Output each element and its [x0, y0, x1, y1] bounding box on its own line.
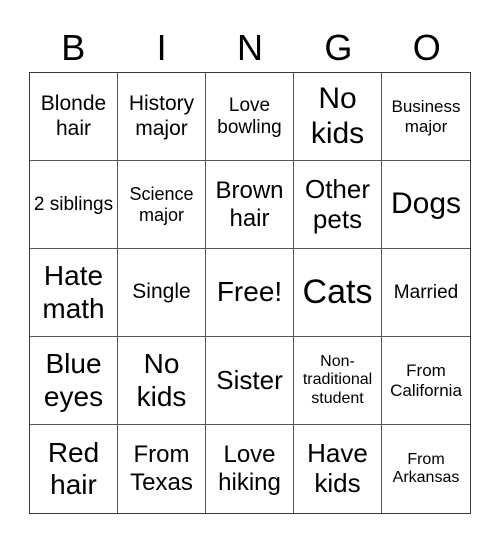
bingo-cell[interactable]: Sister: [206, 337, 294, 425]
cell-label: 2 siblings: [33, 193, 114, 215]
cell-label: History major: [128, 92, 195, 140]
bingo-cell[interactable]: Non-traditional student: [294, 337, 382, 425]
header-letter-i: I: [156, 27, 167, 68]
cell-label: No kids: [310, 82, 365, 150]
bingo-cell[interactable]: No kids: [294, 73, 382, 161]
cell-label: Hate math: [42, 260, 105, 324]
header-letter-n: N: [236, 27, 263, 68]
bingo-cell[interactable]: Red hair: [30, 425, 118, 513]
cell-label: Married: [393, 281, 459, 303]
cell-label: Blue eyes: [43, 348, 104, 412]
bingo-cell[interactable]: From California: [382, 337, 470, 425]
bingo-cell[interactable]: Blue eyes: [30, 337, 118, 425]
cell-label: Love hiking: [218, 441, 281, 496]
bingo-cell[interactable]: From Texas: [118, 425, 206, 513]
cell-label: Business major: [391, 96, 461, 136]
bingo-cell[interactable]: Blonde hair: [30, 73, 118, 161]
bingo-cell[interactable]: Love bowling: [206, 73, 294, 161]
bingo-cell[interactable]: History major: [118, 73, 206, 161]
cell-label: Blonde hair: [40, 92, 107, 140]
bingo-cell[interactable]: Other pets: [294, 161, 382, 249]
bingo-cell[interactable]: Cats: [294, 249, 382, 337]
cell-label: Sister: [216, 364, 283, 395]
cell-label: From Arkansas: [392, 450, 460, 486]
cell-label: Red hair: [47, 436, 100, 500]
cell-label: Brown hair: [215, 176, 284, 232]
bingo-cell[interactable]: Love hiking: [206, 425, 294, 513]
cell-label: Free!: [216, 276, 283, 308]
bingo-cell[interactable]: Dogs: [382, 161, 470, 249]
cell-label: Non-traditional student: [302, 352, 373, 407]
cell-label: No kids: [136, 348, 187, 412]
cell-label: Love bowling: [217, 94, 282, 138]
bingo-grid: Blonde hair History major Love bowling N…: [29, 72, 471, 514]
cell-label: Dogs: [390, 187, 462, 221]
cell-label: From Texas: [130, 441, 193, 496]
cell-label: Have kids: [307, 438, 368, 498]
bingo-cell[interactable]: No kids: [118, 337, 206, 425]
header-letter-b: B: [61, 27, 86, 68]
bingo-cell[interactable]: Single: [118, 249, 206, 337]
bingo-cell[interactable]: 2 siblings: [30, 161, 118, 249]
bingo-header: B I N G O: [29, 24, 471, 72]
header-letter-g: G: [324, 27, 353, 68]
bingo-cell[interactable]: Business major: [382, 73, 470, 161]
cell-label: Cats: [302, 272, 373, 311]
cell-label: Other pets: [304, 173, 371, 234]
cell-label: Science major: [129, 183, 194, 225]
cell-label: From California: [390, 360, 462, 400]
header-letter-o: O: [412, 27, 441, 68]
bingo-cell[interactable]: Science major: [118, 161, 206, 249]
bingo-cell[interactable]: Hate math: [30, 249, 118, 337]
bingo-cell[interactable]: From Arkansas: [382, 425, 470, 513]
cell-label: Single: [132, 280, 191, 304]
bingo-cell[interactable]: Have kids: [294, 425, 382, 513]
bingo-cell[interactable]: Brown hair: [206, 161, 294, 249]
bingo-cell[interactable]: Married: [382, 249, 470, 337]
free-space[interactable]: Free!: [206, 249, 294, 337]
